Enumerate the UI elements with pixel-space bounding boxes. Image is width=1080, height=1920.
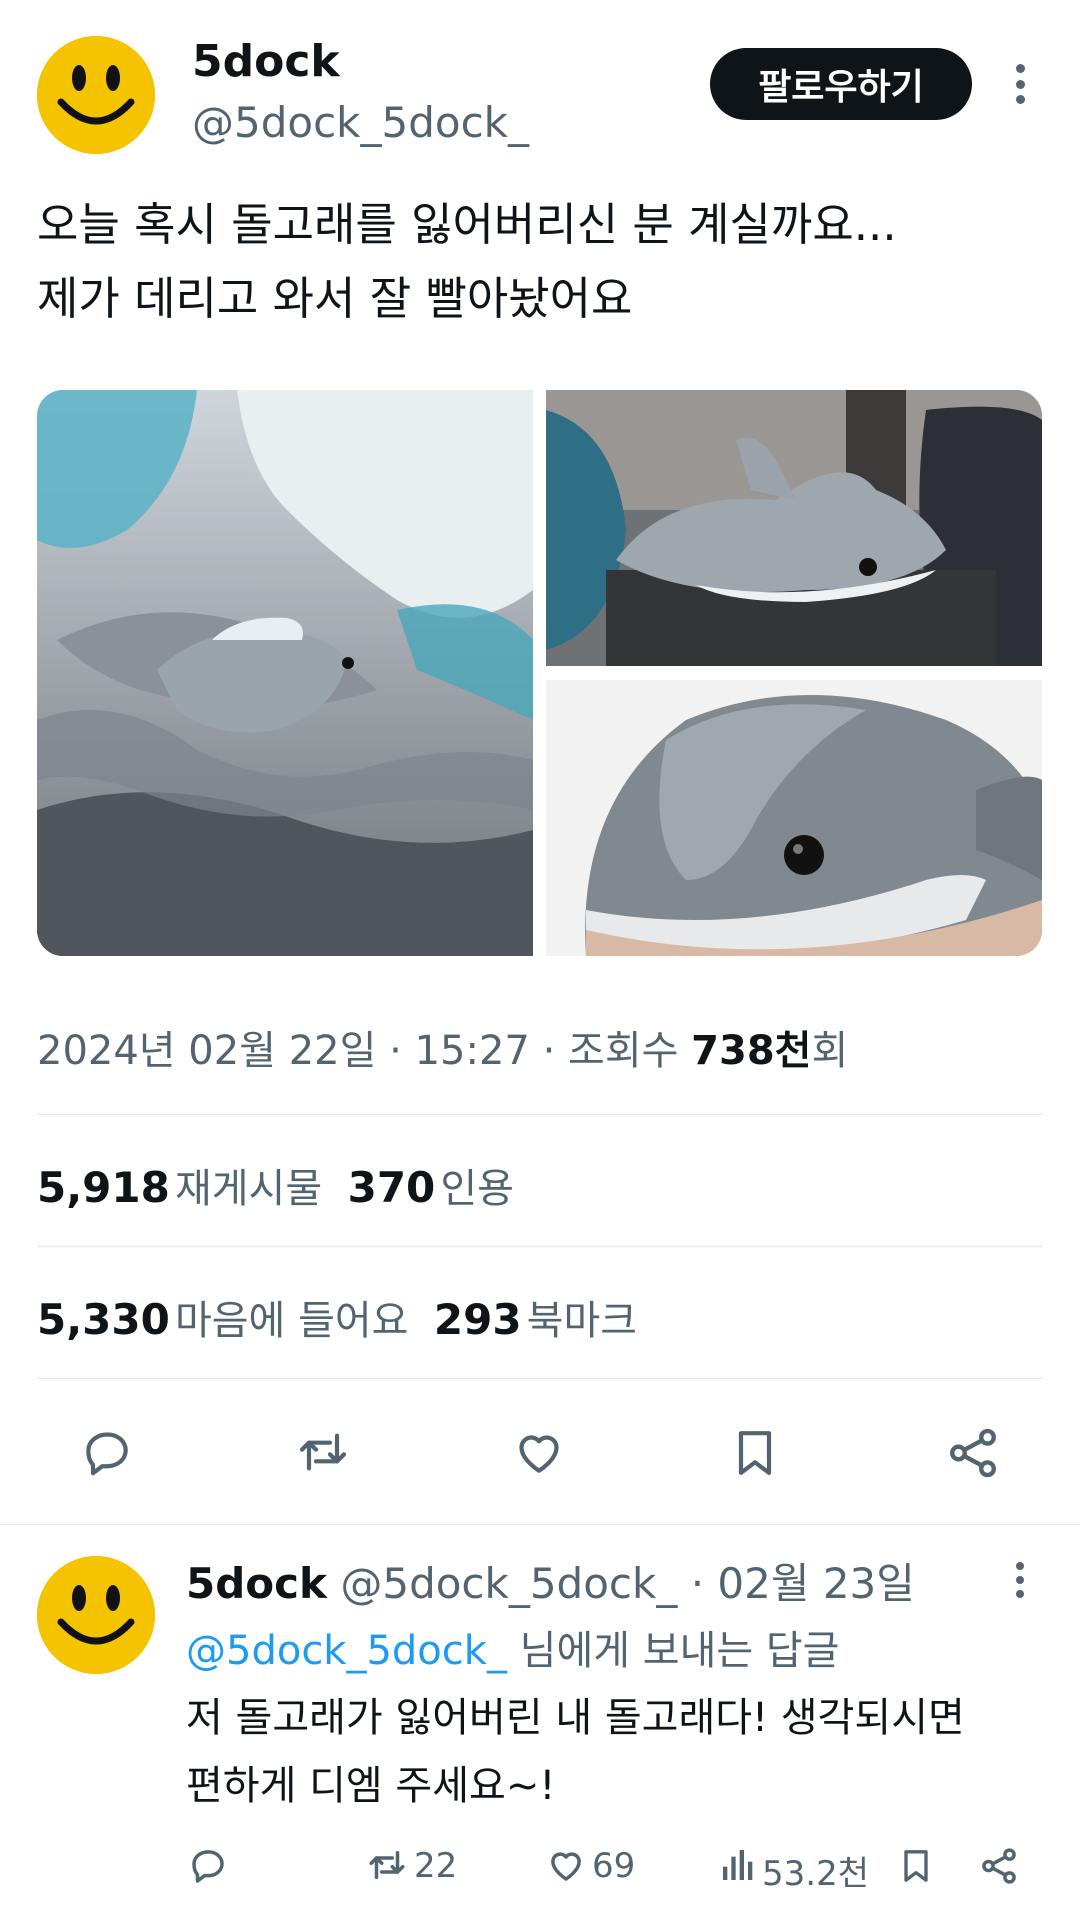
like-icon[interactable]	[510, 1424, 568, 1480]
reply-separator: ·	[690, 1559, 718, 1608]
replying-to-handle[interactable]: @5dock_5dock_	[186, 1628, 507, 1674]
tweet-meta: 2024년 02월 22일 · 15:27 · 조회수 738천회	[37, 1018, 848, 1076]
follow-button[interactable]: 팔로우하기	[710, 48, 972, 120]
views-suffix: 회	[811, 1028, 849, 1074]
tweet-time[interactable]: 15:27	[415, 1028, 530, 1074]
reply-view-count[interactable]: 53.2천	[762, 1846, 869, 1895]
retweet-icon[interactable]	[292, 1424, 354, 1480]
author-avatar[interactable]	[37, 36, 155, 154]
divider	[0, 1524, 1080, 1525]
author-name[interactable]: 5dock	[192, 36, 340, 87]
tweet-photo-3[interactable]	[546, 680, 1042, 956]
smiley-avatar-icon	[37, 1556, 155, 1674]
replying-to: @5dock_5dock_ 님에게 보내는 답글	[186, 1618, 840, 1676]
reply-text: 저 돌고래가 잃어버린 내 돌고래다! 생각되시면 편하게 디엠 주세요~!	[186, 1695, 965, 1809]
more-options-icon[interactable]	[1014, 64, 1026, 104]
likes-count[interactable]: 5,330 마음에 들어요	[37, 1295, 408, 1344]
views-value: 738천	[691, 1028, 812, 1074]
author-handle[interactable]: @5dock_5dock_	[192, 98, 529, 147]
bookmark-icon[interactable]	[727, 1424, 783, 1482]
reply-reply-icon[interactable]	[186, 1844, 230, 1886]
bookmarks-count[interactable]: 293 북마크	[434, 1295, 637, 1344]
quotes-count[interactable]: 370 인용	[348, 1163, 514, 1212]
reply-retweet-count[interactable]: 22	[414, 1846, 457, 1886]
divider	[37, 1378, 1043, 1379]
reply-header: 5dock @5dock_5dock_ · 02월 23일	[186, 1550, 915, 1611]
divider	[37, 1114, 1043, 1115]
smiley-avatar-icon	[37, 36, 155, 154]
meta-separator: ·	[542, 1028, 569, 1074]
divider	[37, 1246, 1043, 1247]
replying-to-suffix: 님에게 보내는 답글	[519, 1628, 840, 1674]
stats-row-reposts: 5,918 재게시물 370 인용	[37, 1156, 514, 1214]
views-label: 조회수	[568, 1028, 679, 1074]
tweet-photo-1[interactable]	[37, 390, 533, 956]
tweet-date[interactable]: 2024년 02월 22일	[37, 1028, 376, 1074]
tweet-text: 오늘 혹시 돌고래를 잃어버리신 분 계실까요... 제가 데리고 와서 잘 빨…	[37, 198, 897, 325]
dolphin-closeup-image	[546, 680, 1042, 956]
stats-row-likes: 5,330 마음에 들어요 293 북마크	[37, 1288, 637, 1346]
reply-like-icon[interactable]	[544, 1844, 588, 1886]
reply-retweet-icon[interactable]	[364, 1844, 410, 1886]
retweets-count[interactable]: 5,918 재게시물	[37, 1163, 322, 1212]
reply-author-avatar[interactable]	[37, 1556, 155, 1674]
reply-bookmark-icon[interactable]	[896, 1844, 936, 1888]
share-icon[interactable]	[944, 1424, 1002, 1482]
reply-author-name[interactable]: 5dock	[186, 1559, 327, 1608]
reply-author-handle[interactable]: @5dock_5dock_	[340, 1559, 677, 1608]
reply-like-count[interactable]: 69	[592, 1846, 635, 1886]
reply-icon[interactable]	[78, 1424, 136, 1480]
frozen-dolphin-image	[37, 390, 533, 956]
reply-share-icon[interactable]	[978, 1844, 1020, 1888]
meta-separator: ·	[389, 1028, 415, 1074]
reply-more-options-icon[interactable]	[1014, 1562, 1026, 1598]
tweet-photo-2[interactable]	[546, 390, 1042, 666]
reply-date[interactable]: 02월 23일	[717, 1559, 915, 1608]
views-icon[interactable]	[718, 1844, 758, 1886]
plush-dolphin-image	[546, 390, 1042, 666]
